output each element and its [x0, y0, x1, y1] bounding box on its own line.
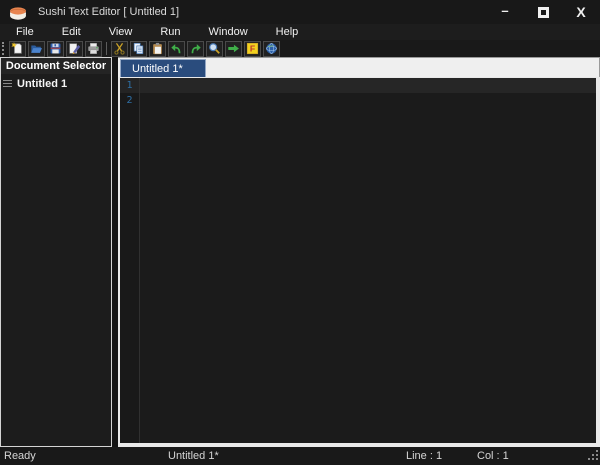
menu-bar: File Edit View Run Window Help: [0, 24, 600, 40]
editor-content[interactable]: [140, 78, 596, 443]
title-bar: Sushi Text Editor [ Untitled 1] – X: [0, 0, 600, 24]
status-document-name: Untitled 1*: [168, 450, 219, 462]
new-document-button[interactable]: [9, 41, 26, 57]
maximize-icon: [538, 7, 549, 18]
menu-item-file[interactable]: File: [2, 24, 48, 40]
open-file-button[interactable]: [28, 41, 45, 57]
svg-text:F: F: [250, 44, 255, 54]
minimize-button[interactable]: –: [486, 0, 524, 24]
run-arrow-icon: [227, 42, 240, 55]
menu-item-run[interactable]: Run: [146, 24, 194, 40]
copy-button[interactable]: [130, 41, 147, 57]
cut-scissors-icon: [113, 42, 126, 55]
status-ready: Ready: [4, 450, 36, 462]
printer-icon: [87, 42, 100, 55]
web-button[interactable]: [263, 41, 280, 57]
toolbar-grip-handle[interactable]: [2, 42, 4, 55]
status-col-indicator: Col : 1: [477, 450, 509, 462]
line-number: 1: [120, 78, 139, 93]
copy-icon: [132, 42, 145, 55]
save-floppy-icon: [49, 42, 62, 55]
print-button[interactable]: [85, 41, 102, 57]
line-number: 2: [120, 93, 139, 108]
edit-pen-icon: [68, 42, 81, 55]
redo-button[interactable]: [187, 41, 204, 57]
paste-clipboard-icon: [151, 42, 164, 55]
new-document-icon: [11, 42, 24, 55]
line-number-gutter: 1 2: [120, 78, 140, 443]
font-icon: F: [246, 42, 259, 55]
current-line-highlight: [140, 78, 596, 93]
search-button[interactable]: [206, 41, 223, 57]
maximize-button[interactable]: [524, 0, 562, 24]
sushi-app-icon: [9, 5, 27, 20]
menu-item-window[interactable]: Window: [195, 24, 262, 40]
search-icon: [208, 42, 221, 55]
document-selector-header: Document Selector: [1, 58, 111, 74]
run-button[interactable]: [225, 41, 242, 57]
close-icon: X: [576, 4, 585, 20]
redo-arrow-icon: [189, 42, 202, 55]
open-folder-icon: [30, 42, 43, 55]
document-item-label: Untitled 1: [17, 78, 67, 90]
resize-grip[interactable]: [588, 450, 598, 460]
globe-icon: [265, 42, 278, 55]
tab-label: Untitled 1*: [132, 63, 183, 75]
toolbar: F: [0, 40, 600, 57]
toolbar-separator: [106, 42, 107, 55]
undo-arrow-icon: [170, 42, 183, 55]
minimize-icon: –: [501, 3, 508, 18]
edit-document-button[interactable]: [66, 41, 83, 57]
save-button[interactable]: [47, 41, 64, 57]
close-button[interactable]: X: [562, 0, 600, 24]
menu-item-edit[interactable]: Edit: [48, 24, 95, 40]
paste-button[interactable]: [149, 41, 166, 57]
window-title: Sushi Text Editor [ Untitled 1]: [38, 6, 179, 18]
status-bar: Ready Untitled 1* Line : 1 Col : 1: [0, 447, 600, 465]
code-editor: 1 2: [120, 78, 596, 443]
document-list-item[interactable]: Untitled 1: [1, 76, 111, 91]
menu-item-help[interactable]: Help: [262, 24, 313, 40]
document-item-icon: [3, 80, 12, 87]
font-button[interactable]: F: [244, 41, 261, 57]
tab-strip: Untitled 1*: [118, 57, 600, 77]
menu-item-view[interactable]: View: [95, 24, 147, 40]
cut-button[interactable]: [111, 41, 128, 57]
tab-untitled-1[interactable]: Untitled 1*: [120, 59, 206, 78]
undo-button[interactable]: [168, 41, 185, 57]
editor-tab-page: 1 2: [118, 77, 600, 447]
document-selector-panel: Document Selector Untitled 1: [0, 57, 112, 447]
status-line-indicator: Line : 1: [406, 450, 442, 462]
